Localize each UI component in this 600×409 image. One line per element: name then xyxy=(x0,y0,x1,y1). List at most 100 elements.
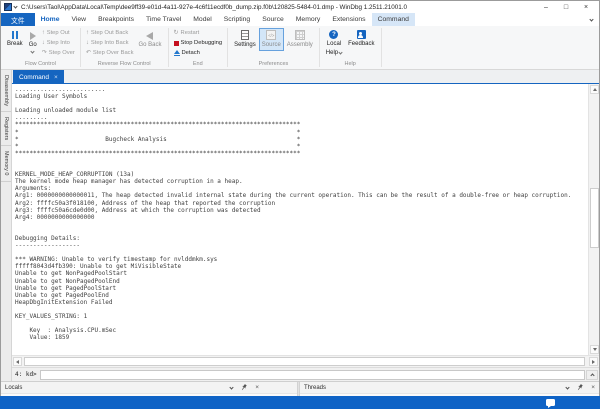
maximize-button[interactable]: □ xyxy=(556,2,576,13)
vertical-scrollbar[interactable] xyxy=(588,84,599,355)
step-into-icon: ↓ xyxy=(42,40,45,46)
vertical-scrollbar-thumb[interactable] xyxy=(590,188,599,248)
group-label-help: Help xyxy=(320,60,381,69)
chevron-down-icon xyxy=(31,49,35,53)
go-back-button[interactable]: Go Back xyxy=(135,28,164,51)
restart-icon: ↻ xyxy=(174,30,179,36)
close-tab-icon[interactable]: × xyxy=(54,74,58,81)
group-help: ? Local Help Feedback Help xyxy=(320,26,381,69)
ribbon: Break Go ↑ Step Out ↓ Step Into xyxy=(1,26,599,70)
ribbon-tab-bar: 文件 Home View Breakpoints Time Travel Mod… xyxy=(1,13,599,26)
pane-dropdown-chevron-icon[interactable] xyxy=(566,385,570,389)
threads-pane: Threads × xyxy=(300,382,599,396)
dock-tab-memory-0[interactable]: Memory 0 xyxy=(1,146,11,181)
locals-title: Locals xyxy=(5,385,22,391)
bottom-panels: Locals × Threads × xyxy=(1,381,599,396)
step-out-back-button[interactable]: ↑ Step Out Back xyxy=(84,28,136,38)
minimize-button[interactable]: – xyxy=(536,2,556,13)
step-out-icon: ↑ xyxy=(42,30,45,36)
group-divider xyxy=(381,28,382,67)
locals-pane-titlebar: Locals × xyxy=(1,382,297,393)
assembly-mode-button[interactable]: Assembly xyxy=(284,28,316,51)
tab-memory[interactable]: Memory xyxy=(290,13,327,26)
close-button[interactable]: × xyxy=(576,2,596,13)
chevron-up-icon xyxy=(590,373,594,377)
go-button[interactable]: Go xyxy=(26,28,40,55)
ribbon-collapse-chevron-icon[interactable] xyxy=(590,13,599,26)
locals-pane: Locals × xyxy=(1,382,297,396)
pin-icon[interactable] xyxy=(577,384,583,391)
tab-breakpoints[interactable]: Breakpoints xyxy=(92,13,140,26)
windbg-window: C:\Users\Taol\AppData\Local\Temp\dee9ff3… xyxy=(0,0,600,409)
step-over-icon: ↷ xyxy=(42,50,47,56)
titlebar: C:\Users\Taol\AppData\Local\Temp\dee9ff3… xyxy=(1,1,599,13)
restart-button[interactable]: ↻ Restart xyxy=(172,28,225,38)
settings-button[interactable]: Settings xyxy=(231,28,259,51)
help-question-icon: ? xyxy=(329,30,338,39)
command-output-text: ......................... Loading User S… xyxy=(12,84,588,341)
tab-file[interactable]: 文件 xyxy=(1,13,35,26)
dock-tab-disassembly[interactable]: Disassembly xyxy=(1,70,11,112)
play-icon xyxy=(30,32,36,40)
scroll-down-button[interactable] xyxy=(590,345,599,354)
scroll-up-button[interactable] xyxy=(590,85,599,94)
step-over-back-icon: ↶ xyxy=(86,50,91,56)
group-label-end: End xyxy=(169,60,228,69)
step-into-back-button[interactable]: ↓ Step Into Back xyxy=(84,38,136,48)
windbg-app-icon[interactable] xyxy=(4,3,12,11)
horizontal-scrollbar-thumb[interactable] xyxy=(24,357,585,366)
tab-model[interactable]: Model xyxy=(187,13,218,26)
settings-icon xyxy=(241,30,249,40)
group-label-preferences: Preferences xyxy=(228,60,319,69)
group-flow-control: Break Go ↑ Step Out ↓ Step Into xyxy=(1,26,80,69)
play-back-icon xyxy=(146,32,153,40)
command-prompt-row: 4: kd> xyxy=(12,367,599,381)
tab-scripting[interactable]: Scripting xyxy=(218,13,256,26)
scroll-right-button[interactable] xyxy=(589,357,598,366)
dock-strip: Disassembly Registers Memory 0 xyxy=(1,70,12,381)
tab-view[interactable]: View xyxy=(65,13,92,26)
dock-tab-registers[interactable]: Registers xyxy=(1,112,11,146)
break-button[interactable]: Break xyxy=(4,28,26,50)
local-help-button[interactable]: ? Local Help xyxy=(323,28,345,58)
feedback-person-icon xyxy=(357,30,366,39)
tab-time-travel[interactable]: Time Travel xyxy=(140,13,187,26)
tab-source[interactable]: Source xyxy=(256,13,290,26)
tab-command[interactable]: Command xyxy=(372,13,415,26)
group-label-reverse: Reverse Flow Control xyxy=(81,60,168,69)
stop-icon xyxy=(174,41,179,46)
stop-debugging-button[interactable]: Stop Debugging xyxy=(172,38,225,48)
group-end: ↻ Restart Stop Debugging Detach End xyxy=(169,26,228,69)
feedback-chat-icon[interactable] xyxy=(546,399,555,406)
tab-extensions[interactable]: Extensions xyxy=(326,13,371,26)
history-expand-button[interactable] xyxy=(586,370,598,380)
step-out-back-icon: ↑ xyxy=(86,30,89,36)
step-over-back-button[interactable]: ↶ Step Over Back xyxy=(84,48,136,58)
step-into-back-icon: ↓ xyxy=(86,40,89,46)
command-output[interactable]: ......................... Loading User S… xyxy=(12,84,588,355)
feedback-button[interactable]: Feedback xyxy=(345,28,377,50)
quick-access-chevron-icon[interactable] xyxy=(13,4,17,8)
close-pane-icon[interactable]: × xyxy=(255,385,259,391)
close-pane-icon[interactable]: × xyxy=(591,385,595,391)
threads-title: Threads xyxy=(304,385,326,391)
group-preferences: Settings </> Source Assembly Preferences xyxy=(228,26,319,69)
tab-home[interactable]: Home xyxy=(35,13,66,26)
window-title: C:\Users\Taol\AppData\Local\Temp\dee9ff3… xyxy=(21,4,536,11)
chevron-down-icon xyxy=(339,50,343,54)
command-input[interactable] xyxy=(40,370,585,380)
step-out-button[interactable]: ↑ Step Out xyxy=(40,28,77,38)
source-mode-button[interactable]: </> Source xyxy=(259,28,284,51)
scroll-left-button[interactable] xyxy=(13,357,22,366)
pause-icon xyxy=(12,31,18,39)
horizontal-scrollbar[interactable] xyxy=(12,355,599,367)
pane-dropdown-chevron-icon[interactable] xyxy=(230,385,234,389)
step-over-button[interactable]: ↷ Step Over xyxy=(40,48,77,58)
source-mode-icon: </> xyxy=(266,30,276,40)
step-into-button[interactable]: ↓ Step Into xyxy=(40,38,77,48)
status-bar xyxy=(0,396,600,409)
detach-button[interactable]: Detach xyxy=(172,48,225,58)
detach-icon xyxy=(174,50,180,57)
group-reverse-flow-control: ↑ Step Out Back ↓ Step Into Back ↶ Step … xyxy=(81,26,168,69)
pin-icon[interactable] xyxy=(241,384,247,391)
